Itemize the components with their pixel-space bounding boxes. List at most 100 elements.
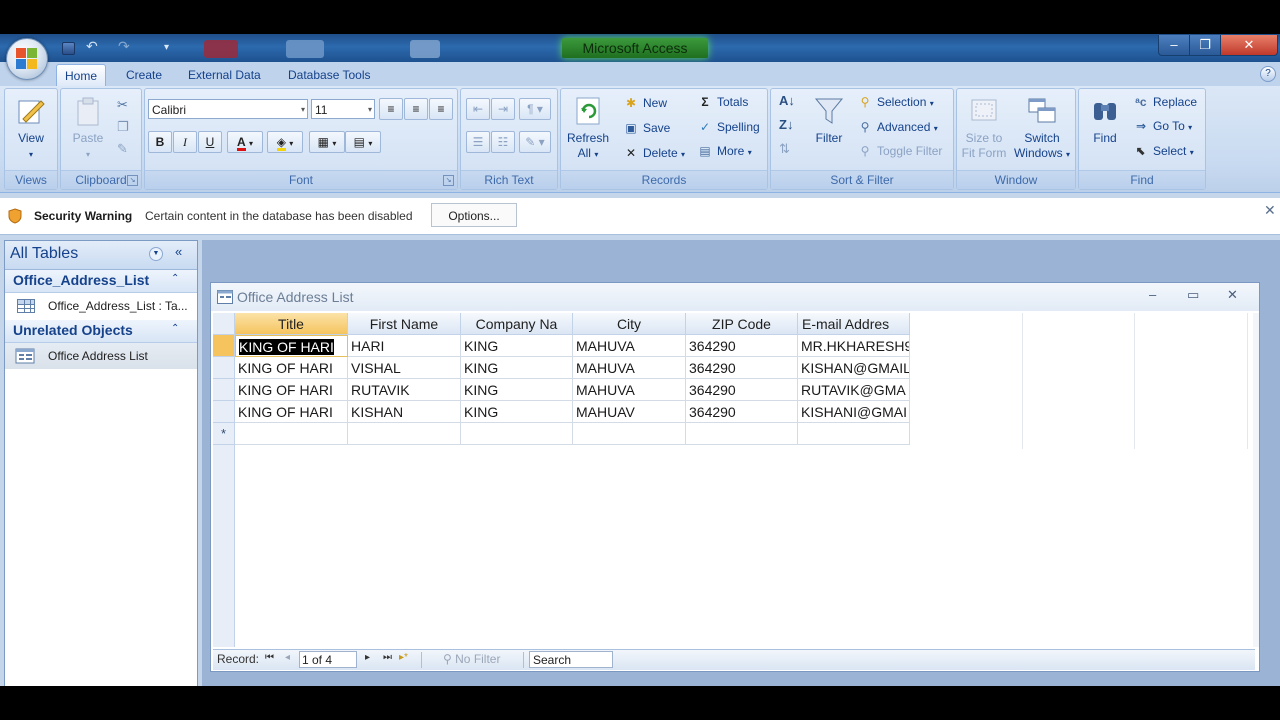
table-cell[interactable]: KING: [461, 379, 573, 401]
format-painter-icon[interactable]: ✎: [117, 141, 128, 157]
clear-sort-icon[interactable]: ⇅: [779, 141, 790, 157]
table-cell[interactable]: MAHUVA: [573, 357, 686, 379]
highlight-button[interactable]: ✎ ▾: [519, 131, 551, 153]
new-row-cell[interactable]: [686, 423, 798, 445]
nav-group-office-address-list[interactable]: Office_Address_List ⌃: [5, 270, 197, 293]
save-record-button[interactable]: ▣ Save: [623, 118, 670, 138]
collapse-group-icon[interactable]: ⌃: [171, 323, 179, 334]
new-row-cell[interactable]: [235, 423, 348, 445]
delete-record-button[interactable]: ✕ Delete ▾: [623, 143, 685, 163]
align-right-button[interactable]: ≡: [429, 98, 453, 120]
bold-button[interactable]: B: [148, 131, 172, 153]
spelling-button[interactable]: ✓ Spelling: [697, 117, 760, 137]
table-cell[interactable]: MAHUVA: [573, 335, 686, 357]
row-selector[interactable]: [213, 379, 235, 401]
last-record-icon[interactable]: ⏭: [383, 652, 392, 663]
refresh-all-button[interactable]: Refresh All ▾: [563, 95, 613, 162]
document-minimize-button[interactable]: –: [1149, 287, 1156, 302]
new-row-cell[interactable]: [573, 423, 686, 445]
table-cell[interactable]: VISHAL: [348, 357, 461, 379]
table-cell[interactable]: MAHUAV: [573, 401, 686, 423]
column-header-zip[interactable]: ZIP Code: [686, 313, 798, 335]
collapse-group-icon[interactable]: ⌃: [171, 273, 179, 284]
gridlines-button[interactable]: ▦ ▾: [309, 131, 345, 153]
fill-color-button[interactable]: ◈ ▾: [267, 131, 303, 153]
totals-button[interactable]: Σ Totals: [697, 92, 748, 112]
size-to-fit-button[interactable]: Size to Fit Form: [959, 95, 1009, 161]
copy-icon[interactable]: ❐: [117, 119, 129, 135]
replace-button[interactable]: ᵃc Replace: [1133, 92, 1197, 112]
switch-windows-button[interactable]: Switch Windows ▾: [1011, 95, 1073, 162]
search-input[interactable]: Search: [529, 651, 613, 668]
table-cell[interactable]: KING OF HARI: [235, 335, 348, 357]
font-family-select[interactable]: Calibri ▾: [148, 99, 308, 119]
advanced-button[interactable]: ⚲ Advanced ▾: [857, 117, 938, 137]
alternate-fill-button[interactable]: ▤ ▾: [345, 131, 381, 153]
new-row-cell[interactable]: [798, 423, 910, 445]
column-header-company[interactable]: Company Na: [461, 313, 573, 335]
table-cell[interactable]: MAHUVA: [573, 379, 686, 401]
vertical-scrollbar[interactable]: [1253, 313, 1259, 647]
table-cell[interactable]: HARI: [348, 335, 461, 357]
align-center-button[interactable]: ≡: [404, 98, 428, 120]
help-icon[interactable]: ?: [1260, 66, 1276, 82]
table-cell[interactable]: 364290: [686, 335, 798, 357]
align-left-button[interactable]: ≡: [379, 98, 403, 120]
new-row-cell[interactable]: [461, 423, 573, 445]
table-cell[interactable]: RUTAVIK: [348, 379, 461, 401]
increase-indent-button[interactable]: ⇥: [491, 98, 515, 120]
tab-database-tools[interactable]: Database Tools: [280, 64, 379, 86]
column-header-city[interactable]: City: [573, 313, 686, 335]
new-record-row-selector[interactable]: *: [213, 423, 235, 445]
tab-external-data[interactable]: External Data: [180, 64, 269, 86]
table-cell[interactable]: KISHAN: [348, 401, 461, 423]
navigation-pane-header[interactable]: All Tables ▼ «: [5, 241, 197, 270]
decrease-indent-button[interactable]: ⇤: [466, 98, 490, 120]
column-header-title[interactable]: Title: [235, 313, 348, 335]
font-color-button[interactable]: A ▾: [227, 131, 263, 153]
row-selector[interactable]: [213, 357, 235, 379]
table-cell[interactable]: KING: [461, 401, 573, 423]
nav-item-table[interactable]: Office_Address_List : Ta...: [5, 293, 197, 319]
previous-record-icon[interactable]: ◂: [285, 652, 290, 663]
sort-ascending-icon[interactable]: A↓: [779, 93, 795, 108]
bullets-button[interactable]: ☷: [491, 131, 515, 153]
goto-button[interactable]: ⇒ Go To ▾: [1133, 116, 1192, 136]
maximize-button[interactable]: ❐: [1189, 35, 1221, 56]
numbering-button[interactable]: ☰: [466, 131, 490, 153]
select-all-corner[interactable]: [213, 313, 235, 335]
first-record-icon[interactable]: ⏮: [265, 652, 274, 663]
toggle-filter-button[interactable]: ⚲ Toggle Filter: [857, 141, 943, 161]
row-selector[interactable]: [213, 335, 235, 357]
table-cell[interactable]: KING OF HARI: [235, 401, 348, 423]
minimize-button[interactable]: –: [1158, 35, 1190, 56]
underline-button[interactable]: U: [198, 131, 222, 153]
next-record-icon[interactable]: ▸: [365, 652, 370, 663]
no-filter-indicator[interactable]: ⚲ No Filter: [443, 652, 500, 666]
collapse-pane-icon[interactable]: «: [175, 244, 182, 259]
font-size-select[interactable]: 11 ▾: [311, 99, 375, 119]
table-cell[interactable]: 364290: [686, 357, 798, 379]
table-cell[interactable]: KISHAN@GMAIL: [798, 357, 910, 379]
find-button[interactable]: Find: [1083, 95, 1127, 146]
new-record-icon[interactable]: ▸*: [399, 652, 408, 663]
office-button[interactable]: [6, 38, 48, 80]
sort-descending-icon[interactable]: Z↓: [779, 117, 793, 132]
chevron-down-icon[interactable]: ▼: [149, 247, 163, 261]
close-icon[interactable]: ✕: [1264, 202, 1276, 219]
more-button[interactable]: ▤ More ▾: [697, 141, 751, 161]
filter-button[interactable]: Filter: [809, 95, 849, 146]
nav-item-form[interactable]: Office Address List: [5, 343, 197, 369]
table-cell[interactable]: KING: [461, 335, 573, 357]
view-button[interactable]: View ▾: [9, 95, 53, 162]
table-cell[interactable]: RUTAVIK@GMA: [798, 379, 910, 401]
select-button[interactable]: ⬉ Select ▾: [1133, 141, 1194, 161]
new-row-cell[interactable]: [348, 423, 461, 445]
column-header-email[interactable]: E-mail Addres: [798, 313, 910, 335]
tab-home[interactable]: Home: [56, 64, 107, 87]
selection-button[interactable]: ⚲ Selection ▾: [857, 92, 934, 112]
new-record-button[interactable]: ✱ New: [623, 93, 667, 113]
dialog-launcher-icon[interactable]: ↘: [127, 175, 138, 186]
table-cell[interactable]: KING OF HARI: [235, 357, 348, 379]
table-cell[interactable]: KISHANI@GMAI: [798, 401, 910, 423]
